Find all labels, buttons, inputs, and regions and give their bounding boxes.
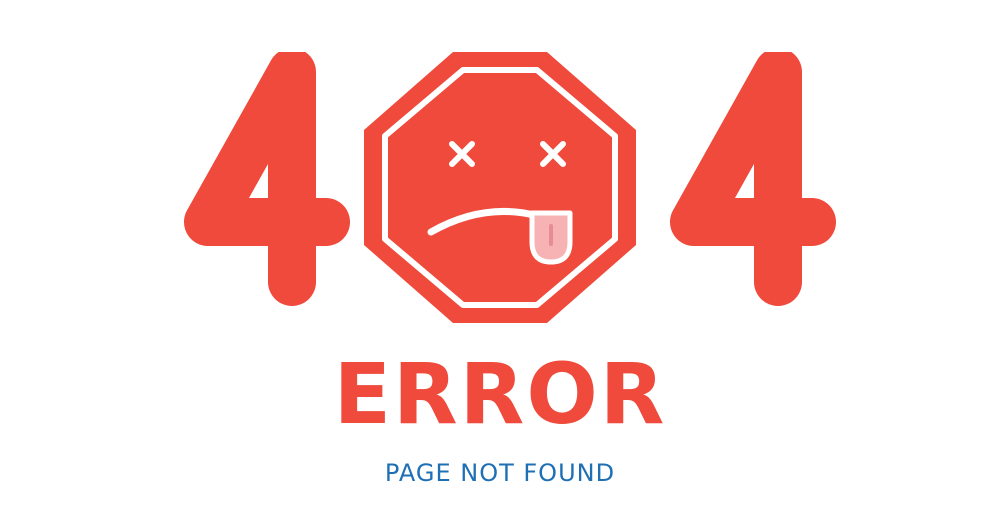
- tongue-icon: [529, 210, 573, 265]
- error-page: 4 0 4 ERROR PAGE NOT FOUND: [0, 0, 1000, 521]
- error-title: ERROR: [333, 345, 667, 443]
- error-subtitle: PAGE NOT FOUND: [384, 459, 616, 487]
- digit-four-right-icon: [670, 52, 836, 306]
